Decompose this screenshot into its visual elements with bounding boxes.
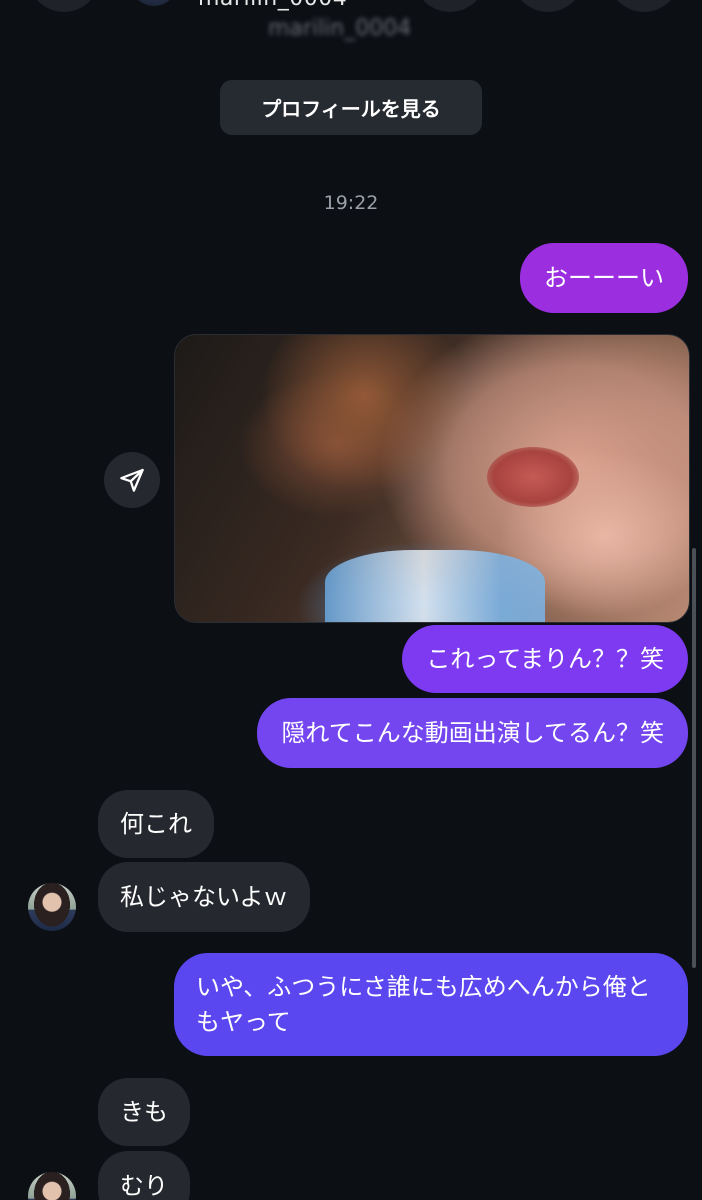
incoming-message[interactable]: 何これ: [98, 790, 214, 858]
view-profile-button[interactable]: プロフィールを見る: [220, 80, 482, 135]
message-text: 隠れてこんな動画出演してるん？笑: [281, 718, 664, 747]
call-button[interactable]: [414, 0, 486, 12]
outgoing-message[interactable]: 隠れてこんな動画出演してるん？笑: [257, 698, 688, 768]
video-call-button[interactable]: [512, 0, 584, 12]
message-text: おーーーい: [544, 263, 664, 292]
header-subtitle: marilin_0004: [268, 16, 412, 41]
message-text: 私じゃないよｗ: [120, 882, 288, 911]
thumbnail-detail: [487, 447, 579, 507]
send-icon: [120, 468, 144, 492]
message-text: 何これ: [120, 809, 192, 838]
sender-avatar[interactable]: [28, 1172, 76, 1200]
sender-avatar[interactable]: [28, 883, 76, 931]
scrollbar[interactable]: [692, 548, 696, 968]
thumbnail-shirt: [325, 550, 545, 622]
info-button[interactable]: [608, 0, 680, 12]
outgoing-message[interactable]: いや、ふつうにさ誰にも広めへんから俺ともヤって: [174, 953, 688, 1056]
outgoing-message[interactable]: おーーーい: [520, 243, 688, 313]
message-text: いや、ふつうにさ誰にも広めへんから俺ともヤって: [196, 972, 651, 1036]
message-text: これってまりん？？笑: [426, 644, 664, 673]
back-button[interactable]: [28, 0, 100, 12]
shared-video-thumbnail[interactable]: [174, 334, 690, 623]
header-avatar[interactable]: [130, 0, 178, 6]
message-text: むり: [120, 1171, 168, 1200]
header-username[interactable]: marilin_0004: [198, 0, 347, 11]
chat-screen: marilin_0004 marilin_0004 プロフィールを見る 19:2…: [0, 0, 702, 1200]
message-text: きも: [120, 1097, 168, 1126]
share-button[interactable]: [104, 452, 160, 508]
thumbnail-hair: [235, 335, 495, 575]
incoming-message[interactable]: きも: [98, 1078, 190, 1146]
outgoing-message[interactable]: これってまりん？？笑: [402, 625, 688, 693]
incoming-message[interactable]: 私じゃないよｗ: [98, 862, 310, 932]
message-timestamp: 19:22: [323, 192, 379, 214]
incoming-message[interactable]: むり: [98, 1151, 190, 1200]
